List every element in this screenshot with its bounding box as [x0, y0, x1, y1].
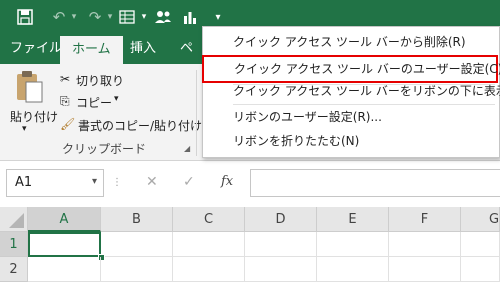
cell-a1[interactable] [28, 232, 101, 257]
cell-c2[interactable] [173, 257, 245, 282]
cell-d1[interactable] [245, 232, 317, 257]
cancel-icon[interactable]: ✕ [146, 174, 158, 190]
column-header-c[interactable]: C [173, 207, 245, 232]
cell-g1[interactable] [461, 232, 500, 257]
redo-icon[interactable]: ↷ [84, 0, 106, 34]
form-dropdown-icon[interactable]: ▾ [138, 0, 150, 34]
copy-button[interactable]: コピー [76, 94, 112, 111]
tab-home[interactable]: ホーム [60, 36, 123, 64]
paste-icon[interactable] [14, 70, 44, 107]
cut-button[interactable]: 切り取り [76, 72, 124, 89]
name-box-dropdown-icon[interactable]: ▾ [92, 176, 97, 187]
row-header-1[interactable]: 1 [0, 232, 28, 257]
format-painter-icon: 🖌 [60, 117, 76, 131]
column-header-d[interactable]: D [245, 207, 317, 232]
undo-dropdown-icon[interactable]: ▾ [68, 0, 80, 34]
enter-icon[interactable]: ✓ [183, 174, 195, 190]
copy-dropdown-icon[interactable]: ▾ [114, 94, 119, 104]
menu-item-collapse-ribbon[interactable]: リボンを折りたたむ(N) [203, 128, 499, 154]
tab-insert[interactable]: 挿入 [130, 34, 156, 64]
column-header-b[interactable]: B [101, 207, 173, 232]
select-all-corner[interactable] [0, 207, 28, 232]
column-header-a[interactable]: A [28, 207, 101, 232]
cell-f2[interactable] [389, 257, 461, 282]
formula-dots-icon: ⋮ [112, 177, 122, 188]
row-header-2[interactable]: 2 [0, 257, 28, 282]
undo-icon[interactable]: ↶ [48, 0, 70, 34]
menu-item-customize-ribbon[interactable]: リボンのユーザー設定(R)... [203, 104, 499, 130]
copy-icon: ⎘ [60, 94, 70, 108]
chart-icon[interactable] [180, 0, 200, 34]
form-icon[interactable] [116, 0, 138, 34]
cell-d2[interactable] [245, 257, 317, 282]
clipboard-group-label: クリップボード [62, 142, 147, 156]
menu-item-show-qat-below-ribbon[interactable]: クイック アクセス ツール バーをリボンの下に表示(S) [203, 78, 500, 104]
formula-input[interactable] [250, 169, 500, 197]
column-header-f[interactable]: F [389, 207, 461, 232]
group-divider [196, 70, 197, 156]
tab-file[interactable]: ファイル [10, 34, 62, 64]
paste-dropdown-icon[interactable]: ▾ [22, 124, 27, 134]
cell-b2[interactable] [101, 257, 173, 282]
tab-page-layout[interactable]: ペ [180, 34, 193, 64]
cell-g2[interactable] [461, 257, 500, 282]
column-header-e[interactable]: E [317, 207, 389, 232]
qat-context-menu: クイック アクセス ツール バーから削除(R) クイック アクセス ツール バー… [202, 26, 500, 158]
save-icon[interactable] [14, 0, 36, 34]
cell-f1[interactable] [389, 232, 461, 257]
paste-button[interactable]: 貼り付け [10, 108, 58, 125]
clipboard-launcher-icon[interactable]: ◢ [184, 144, 190, 153]
cell-b1[interactable] [101, 232, 173, 257]
cut-icon: ✂ [60, 72, 71, 86]
people-icon[interactable] [152, 0, 174, 34]
redo-dropdown-icon[interactable]: ▾ [104, 0, 116, 34]
cell-c1[interactable] [173, 232, 245, 257]
menu-item-remove-from-qat[interactable]: クイック アクセス ツール バーから削除(R) [203, 29, 499, 55]
name-box-value: A1 [15, 175, 33, 190]
name-box[interactable]: A1 ▾ [6, 169, 104, 197]
cell-e1[interactable] [317, 232, 389, 257]
cell-a2[interactable] [28, 257, 101, 282]
column-header-g[interactable]: G [461, 207, 500, 232]
format-painter-button[interactable]: 書式のコピー/貼り付け [78, 117, 202, 134]
cell-e2[interactable] [317, 257, 389, 282]
insert-function-icon[interactable]: fx [221, 174, 233, 189]
